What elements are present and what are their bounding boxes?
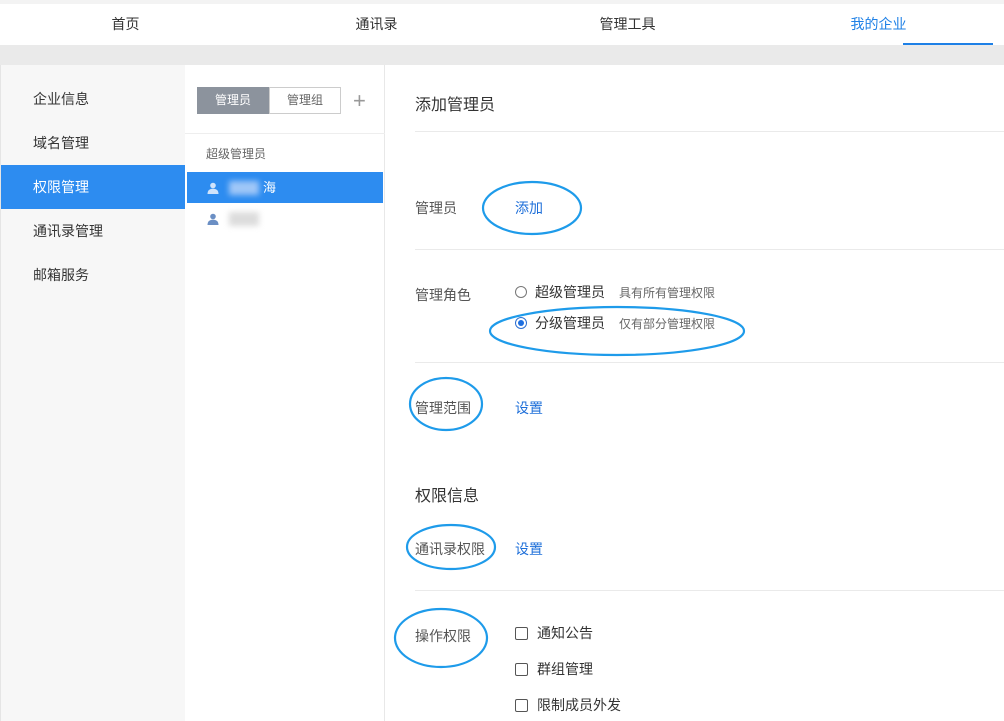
contacts-permission-settings-link[interactable]: 设置 xyxy=(515,539,543,559)
permissions-title: 权限信息 xyxy=(415,488,480,505)
role-name: 超级管理员 xyxy=(535,284,605,300)
checkbox-label: 限制成员外发 xyxy=(537,697,621,713)
divider xyxy=(415,362,1004,363)
divider xyxy=(415,131,1004,132)
operation-permission-label: 操作权限 xyxy=(415,628,471,644)
scope-settings-link[interactable]: 设置 xyxy=(515,398,543,418)
admin-list-panel: 管理员 管理组 + 超级管理员 海 xyxy=(185,65,385,721)
add-admin-title: 添加管理员 xyxy=(415,97,496,114)
checkbox-notice[interactable] xyxy=(515,626,528,640)
tab-home[interactable]: 首页 xyxy=(0,4,251,45)
checkbox-row[interactable]: 通知公告 xyxy=(515,623,593,643)
admin-label: 管理员 xyxy=(415,200,457,216)
divider xyxy=(415,590,1004,591)
checkbox-row[interactable]: 限制成员外发 xyxy=(515,695,621,715)
user-icon xyxy=(207,182,219,194)
sidebar: 企业信息 域名管理 权限管理 通讯录管理 邮箱服务 xyxy=(0,65,185,721)
checkbox-label: 通知公告 xyxy=(537,625,593,641)
segment-admins[interactable]: 管理员 xyxy=(197,87,269,114)
radio-sub-admin[interactable] xyxy=(515,317,527,329)
checkbox-row[interactable]: 群组管理 xyxy=(515,659,593,679)
tab-my-enterprise[interactable]: 我的企业 xyxy=(753,4,1004,45)
divider xyxy=(415,249,1004,250)
checkbox-group-mgmt[interactable] xyxy=(515,662,528,676)
role-label: 管理角色 xyxy=(415,287,471,303)
role-option-super[interactable]: 超级管理员 具有所有管理权限 xyxy=(515,282,715,302)
sidebar-item-mail-service[interactable]: 邮箱服务 xyxy=(1,253,185,297)
radio-super-admin[interactable] xyxy=(515,286,527,298)
sidebar-item-permissions[interactable]: 权限管理 xyxy=(1,165,185,209)
scope-label: 管理范围 xyxy=(415,400,471,416)
role-name: 分级管理员 xyxy=(535,315,605,331)
top-nav: 首页 通讯录 管理工具 我的企业 xyxy=(0,0,1004,45)
admin-row[interactable] xyxy=(187,203,383,234)
sidebar-item-enterprise-info[interactable]: 企业信息 xyxy=(1,77,185,121)
divider xyxy=(185,133,385,134)
admin-segment-control: 管理员 管理组 xyxy=(197,87,341,115)
sidebar-item-domain[interactable]: 域名管理 xyxy=(1,121,185,165)
checkbox-label: 群组管理 xyxy=(537,661,593,677)
main-panel: 添加管理员 管理员 添加 管理角色 超级管理员 具有所有管理权限 分级管理员 仅… xyxy=(386,65,1004,721)
tab-contacts[interactable]: 通讯录 xyxy=(251,4,502,45)
role-option-sub[interactable]: 分级管理员 仅有部分管理权限 xyxy=(515,313,715,333)
tab-tools[interactable]: 管理工具 xyxy=(502,4,753,45)
group-label: 超级管理员 xyxy=(206,147,267,161)
admin-name: 海 xyxy=(263,180,277,195)
admin-row[interactable]: 海 xyxy=(187,172,383,203)
redacted-name xyxy=(229,180,259,195)
user-icon xyxy=(207,213,219,225)
segment-admin-groups[interactable]: 管理组 xyxy=(269,87,341,114)
add-admin-link[interactable]: 添加 xyxy=(515,198,543,218)
contacts-permission-label: 通讯录权限 xyxy=(415,541,485,557)
role-desc: 仅有部分管理权限 xyxy=(619,316,716,331)
sidebar-item-contacts-mgmt[interactable]: 通讯录管理 xyxy=(1,209,185,253)
add-icon[interactable]: + xyxy=(353,87,366,115)
checkbox-restrict-external[interactable] xyxy=(515,698,528,712)
header-spacer xyxy=(0,45,1004,65)
role-desc: 具有所有管理权限 xyxy=(619,285,716,300)
redacted-name xyxy=(229,211,259,226)
